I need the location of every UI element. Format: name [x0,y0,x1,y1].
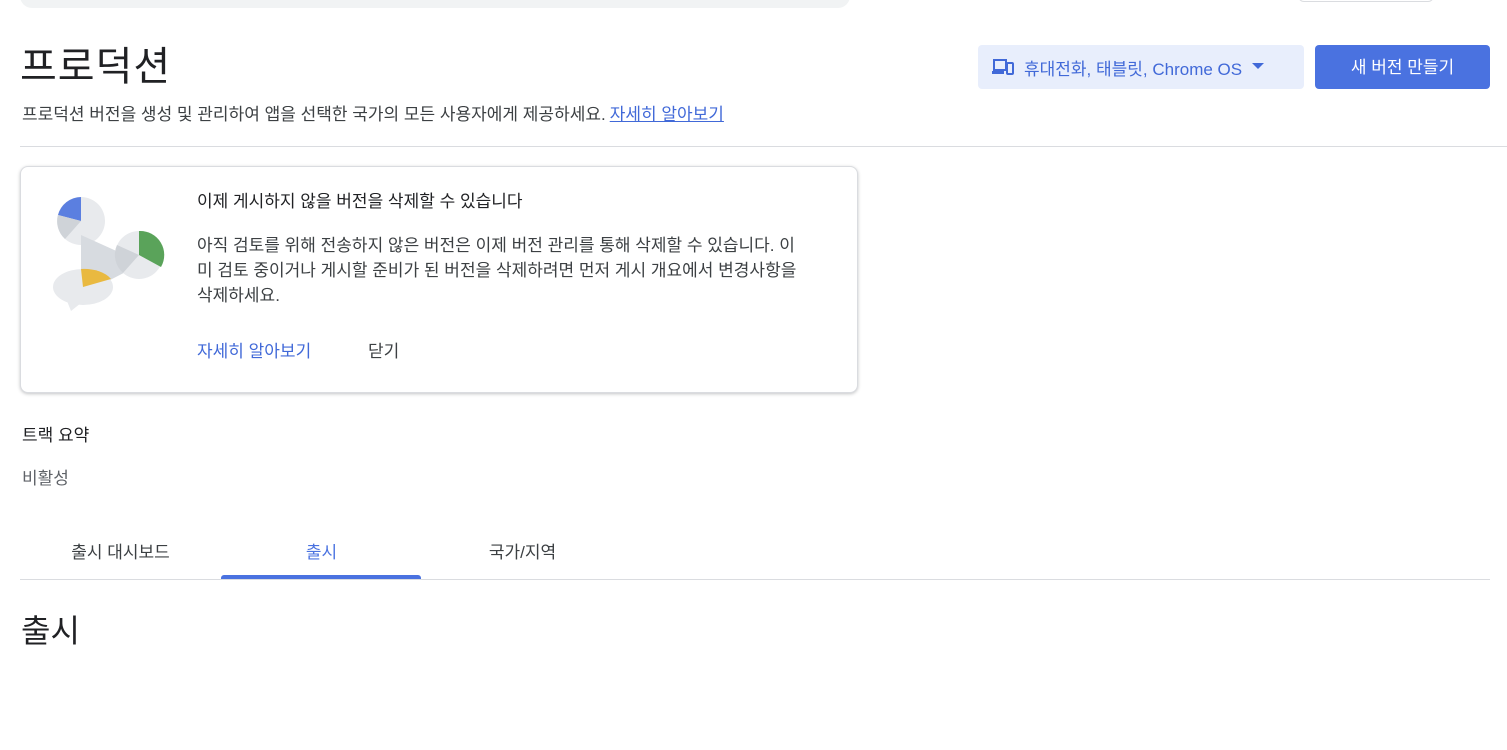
track-summary-label: 트랙 요약 [22,426,90,445]
tab-label: 출시 [305,543,338,562]
notice-card: 이제 게시하지 않을 버전을 삭제할 수 있습니다 아직 검토를 위해 전송하지… [20,166,858,393]
top-button-edge [1298,0,1434,2]
devices-icon [992,59,1014,75]
page-title: 프로덕션 [20,45,172,89]
tab-label: 국가/지역 [488,543,557,562]
notice-learn-more-link[interactable]: 자세히 알아보기 [197,337,311,362]
track-status: 비활성 [22,469,69,488]
tab-label: 출시 대시보드 [71,543,170,562]
notice-dismiss-button[interactable]: 닫기 [368,337,399,362]
chevron-down-icon [1252,63,1265,69]
tab-release-dashboard[interactable]: 출시 대시보드 [20,530,221,578]
active-tab-indicator [221,575,421,579]
section-title: 출시 [21,613,80,649]
tab-releases[interactable]: 출시 [221,530,422,579]
tab-bar: 출시 대시보드 출시 국가/지역 [20,530,1490,580]
notice-title: 이제 게시하지 않을 버전을 삭제할 수 있습니다 [197,192,523,211]
top-search-bar-edge [20,0,850,8]
illustration-icon [53,197,165,311]
header-divider [20,146,1507,147]
learn-more-link[interactable]: 자세히 알아보기 [610,105,724,124]
page-description: 프로덕션 버전을 생성 및 관리하여 앱을 선택한 국가의 모든 사용자에게 제… [22,100,724,125]
page-description-text: 프로덕션 버전을 생성 및 관리하여 앱을 선택한 국가의 모든 사용자에게 제… [22,105,606,124]
device-type-label: 휴대전화, 태블릿, Chrome OS [1024,59,1243,79]
create-release-button[interactable]: 새 버전 만들기 [1315,45,1490,89]
device-type-dropdown[interactable]: 휴대전화, 태블릿, Chrome OS [978,45,1304,89]
tab-countries-regions[interactable]: 국가/지역 [422,530,623,578]
notice-body: 아직 검토를 위해 전송하지 않은 버전은 이제 버전 관리를 통해 삭제할 수… [197,236,797,305]
